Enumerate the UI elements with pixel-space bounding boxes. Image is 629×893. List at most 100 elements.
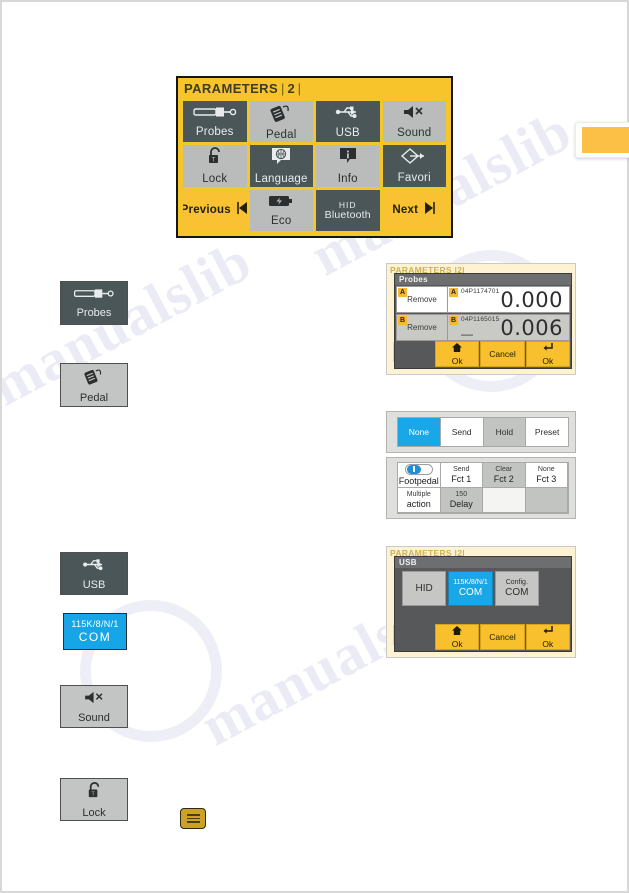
probe-tag-b: B — [398, 316, 407, 325]
pedal-mode-panel: None Send Hold Preset — [386, 411, 576, 453]
pedal-icon — [269, 102, 293, 127]
usb-dialog-screen: PARAMETERS |2| USB HID 115K/8/N/1 COM Co… — [386, 546, 576, 658]
pedal-config-delay[interactable]: 150 Delay — [440, 488, 483, 513]
usb-dialog-actions: Ok Cancel Ok — [435, 624, 570, 650]
parameters-button-pedal[interactable]: Pedal — [249, 101, 313, 143]
watermark-text: manualslib — [0, 227, 262, 419]
legend-chip-label: USB — [82, 578, 106, 591]
probes-dialog-actions: Ok Cancel Ok — [435, 341, 570, 367]
legend-chip-label: Lock — [82, 806, 106, 819]
pedal-mode-option-hold[interactable]: Hold — [483, 418, 527, 446]
page-marker-tab[interactable] — [575, 122, 629, 158]
enter-arrow-icon — [542, 625, 554, 639]
legend-chip-sound[interactable]: Sound — [60, 685, 128, 728]
usb-option-line1: 115K/8/N/1 — [453, 579, 488, 586]
toggle-switch-icon[interactable] — [404, 463, 433, 475]
parameters-button-label: Previous — [183, 204, 231, 217]
parameters-button-eco[interactable]: Eco — [249, 189, 313, 231]
lock-open-icon: T — [85, 781, 104, 805]
pedal-mode-option-none[interactable]: None — [398, 418, 441, 446]
pedal-config-footpedal-toggle[interactable]: Footpedal — [398, 463, 441, 488]
parameters-button-label: Info — [337, 173, 358, 186]
info-icon — [337, 146, 359, 171]
parameters-button-next[interactable]: Next — [382, 189, 446, 231]
parameters-button-probes[interactable]: Probes — [183, 101, 247, 143]
usb-option-config-com[interactable]: Config. COM — [494, 571, 539, 606]
sound-off-icon — [401, 104, 427, 125]
pedal-config-empty-cell — [525, 488, 568, 513]
probe-value-tag-a: A — [449, 288, 458, 297]
pedal-config-panel: Footpedal Send Fct 1 Clear Fct 2 None Fc… — [386, 457, 576, 519]
pedal-config-fct2[interactable]: Clear Fct 2 — [483, 463, 526, 488]
usb-com-baudrate: 115K/8/N/1 — [71, 619, 119, 629]
legend-chip-probes[interactable]: Probes — [60, 281, 128, 325]
usb-com-label: COM — [78, 630, 112, 644]
probe-tag-a: A — [398, 288, 407, 297]
parameters-button-sound[interactable]: Sound — [382, 101, 446, 143]
menu-list-icon[interactable] — [180, 808, 206, 829]
parameters-page-number: 2 — [287, 80, 295, 96]
pedal-config-fct1[interactable]: Send Fct 1 — [440, 463, 483, 488]
legend-chip-usb-com[interactable]: 115K/8/N/1 COM — [63, 613, 127, 650]
usb-enter-ok-button[interactable]: Ok — [525, 624, 570, 650]
parameters-screen: PARAMETERS | 2 | Probes Pedal USB Sound … — [176, 76, 453, 238]
probes-enter-ok-button[interactable]: Ok — [525, 341, 570, 367]
usb-dialog-title: USB — [395, 557, 571, 568]
svg-text:T: T — [91, 791, 95, 797]
pedal-config-label: Fct 2 — [493, 473, 514, 484]
parameters-button-info[interactable]: Info — [316, 145, 380, 187]
usb-option-hid[interactable]: HID — [402, 571, 447, 606]
probe-row: B Remove B 04P1165015 — 0.006 — [396, 314, 570, 341]
pedal-config-label: Fct 3 — [536, 473, 557, 484]
pedal-mode-option-preset[interactable]: Preset — [526, 418, 568, 446]
probe-remove-button-a[interactable]: A Remove — [396, 286, 448, 313]
probe-sign-b: — — [461, 327, 473, 341]
parameters-button-favori[interactable]: Favori — [382, 145, 446, 187]
probe-icon — [73, 287, 115, 305]
parameters-button-lock[interactable]: T Lock — [183, 145, 247, 187]
title-separator-left: | — [281, 80, 285, 96]
pedal-mode-options: None Send Hold Preset — [397, 417, 569, 447]
legend-chip-usb[interactable]: USB — [60, 552, 128, 595]
legend-chip-lock[interactable]: T Lock — [60, 778, 128, 821]
pedal-config-multiple-action[interactable]: Multiple action — [398, 488, 441, 513]
home-icon — [451, 342, 463, 356]
parameters-button-label: Next — [392, 204, 419, 217]
probe-remove-button-b[interactable]: B Remove — [396, 314, 448, 341]
probes-home-ok-button[interactable]: Ok — [435, 341, 480, 367]
parameters-button-hid-bluetooth[interactable]: HID Bluetooth — [316, 189, 380, 231]
usb-action-label: Ok — [451, 639, 463, 649]
legend-chip-label: Probes — [76, 307, 112, 319]
probe-serial-b: 04P1165015 — [461, 316, 500, 323]
probes-dialog-title: Probes — [395, 274, 571, 285]
usb-cancel-button[interactable]: Cancel — [480, 624, 525, 650]
parameters-button-label: Sound — [397, 127, 432, 140]
probes-cancel-button[interactable]: Cancel — [480, 341, 525, 367]
usb-action-label: Ok — [542, 639, 554, 649]
pedal-icon — [83, 366, 105, 390]
parameters-button-label: Pedal — [266, 129, 297, 142]
parameters-title: PARAMETERS — [184, 80, 279, 96]
title-separator-right: | — [297, 80, 302, 96]
usb-option-com[interactable]: 115K/8/N/1 COM — [448, 571, 493, 606]
probes-action-label: Ok — [542, 356, 554, 366]
favorite-icon — [400, 147, 428, 170]
legend-chip-pedal[interactable]: Pedal — [60, 363, 128, 407]
parameters-button-usb[interactable]: USB — [316, 101, 380, 143]
probe-value-b[interactable]: B 04P1165015 — 0.006 — [448, 314, 570, 341]
pedal-config-fct3[interactable]: None Fct 3 — [525, 463, 568, 488]
parameters-button-previous[interactable]: Previous — [183, 189, 247, 231]
pedal-mode-option-send[interactable]: Send — [440, 418, 484, 446]
probe-value-tag-b: B — [449, 316, 458, 325]
enter-arrow-icon — [542, 342, 554, 356]
parameters-button-language[interactable]: Language — [249, 145, 313, 187]
arrow-left-icon — [236, 201, 247, 220]
probe-serial-a: 04P1174701 — [461, 288, 500, 295]
probe-value-a[interactable]: A 04P1174701 0.000 — [448, 286, 570, 313]
usb-home-ok-button[interactable]: Ok — [435, 624, 480, 650]
page-marker-swatch — [582, 127, 629, 153]
pedal-config-value: Clear — [495, 465, 513, 473]
arrow-right-icon — [423, 201, 436, 220]
pedal-config-value: Send — [453, 465, 470, 473]
parameters-button-label: Favori — [397, 172, 431, 185]
